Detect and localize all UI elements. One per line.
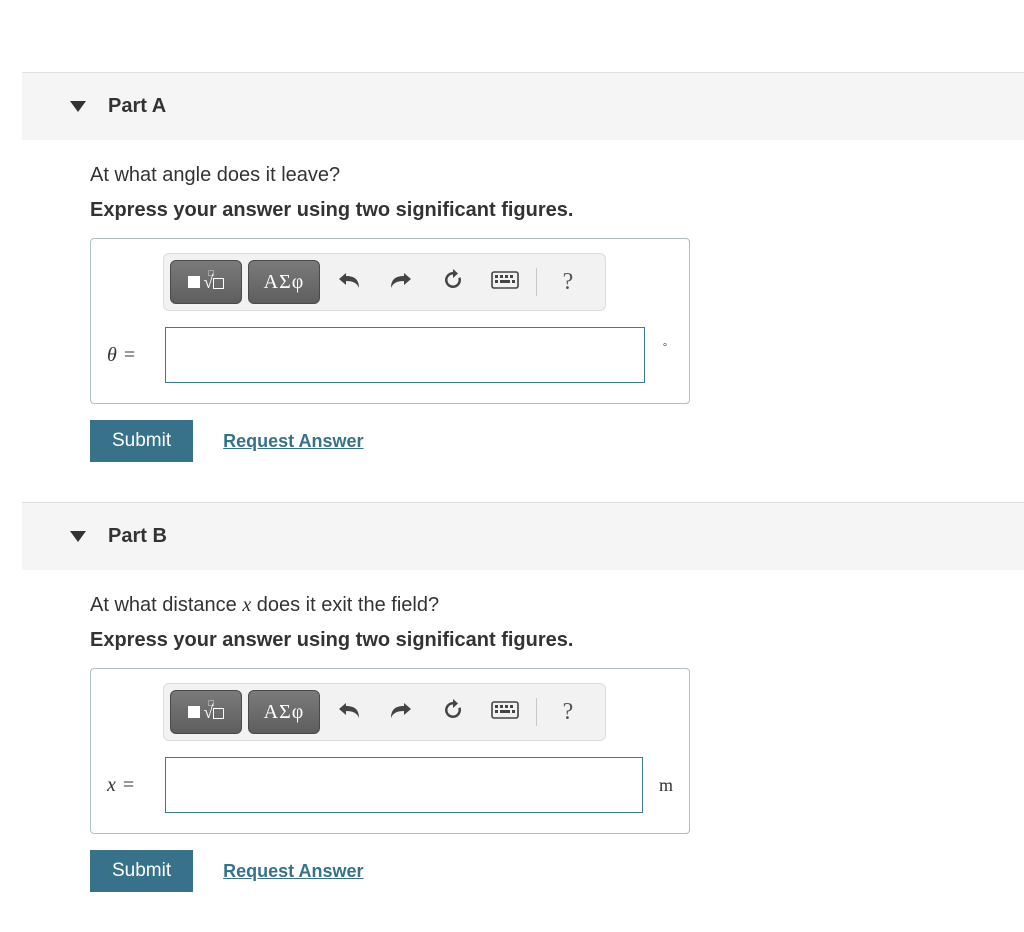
greek-icon: ΑΣφ xyxy=(264,271,305,294)
keyboard-icon xyxy=(491,271,519,294)
part-a-answer-panel: □√ ΑΣφ xyxy=(90,238,690,404)
reset-button[interactable] xyxy=(430,260,476,304)
part-a-actions: Submit Request Answer xyxy=(90,420,1024,462)
reset-icon xyxy=(441,268,465,297)
part-b-input-row: x = m xyxy=(107,757,673,813)
toolbar-divider xyxy=(536,268,537,296)
part-b-question: At what distance x does it exit the fiel… xyxy=(90,594,1024,617)
top-spacer xyxy=(0,0,1024,72)
part-a-request-answer-link[interactable]: Request Answer xyxy=(223,431,363,452)
part-a-header[interactable]: Part A xyxy=(22,72,1024,140)
part-a-answer-input[interactable] xyxy=(165,327,645,383)
part-b-header[interactable]: Part B xyxy=(22,502,1024,570)
part-a-body: At what angle does it leave? Express you… xyxy=(0,140,1024,502)
keyboard-button[interactable] xyxy=(482,260,528,304)
part-b-toolbar: □√ ΑΣφ xyxy=(163,683,606,741)
keyboard-icon xyxy=(491,701,519,724)
redo-icon xyxy=(388,699,414,726)
greek-button[interactable]: ΑΣφ xyxy=(248,260,320,304)
greek-button[interactable]: ΑΣφ xyxy=(248,690,320,734)
part-b-unit-label: m xyxy=(659,775,673,796)
part-a-instruction: Express your answer using two significan… xyxy=(90,199,1024,222)
part-b-title: Part B xyxy=(108,525,167,548)
help-button[interactable]: ? xyxy=(545,690,591,734)
math-templates-icon: □√ xyxy=(188,272,225,293)
part-b-answer-input[interactable] xyxy=(165,757,643,813)
redo-icon xyxy=(388,269,414,296)
templates-button[interactable]: □√ xyxy=(170,690,242,734)
part-a-toolbar: □√ ΑΣφ xyxy=(163,253,606,311)
templates-button[interactable]: □√ xyxy=(170,260,242,304)
part-b-actions: Submit Request Answer xyxy=(90,850,1024,892)
part-b-request-answer-link[interactable]: Request Answer xyxy=(223,861,363,882)
part-b-question-pre: At what distance xyxy=(90,594,242,616)
part-a-input-row: θ = ° xyxy=(107,327,673,383)
part-b-answer-panel: □√ ΑΣφ xyxy=(90,668,690,834)
redo-button[interactable] xyxy=(378,260,424,304)
math-templates-icon: □√ xyxy=(188,702,225,723)
part-b-question-var: x xyxy=(242,594,251,616)
greek-icon: ΑΣφ xyxy=(264,701,305,724)
part-b-instruction: Express your answer using two significan… xyxy=(90,629,1024,652)
undo-icon xyxy=(336,699,362,726)
part-b-variable-label: x = xyxy=(107,774,151,797)
help-button[interactable]: ? xyxy=(545,260,591,304)
undo-button[interactable] xyxy=(326,260,372,304)
part-b-question-post: does it exit the field? xyxy=(251,594,439,616)
part-a-unit-label: ° xyxy=(663,342,667,353)
part-b-body: At what distance x does it exit the fiel… xyxy=(0,570,1024,932)
part-a-variable-label: θ = xyxy=(107,344,151,367)
part-a-question: At what angle does it leave? xyxy=(90,164,1024,187)
caret-down-icon xyxy=(70,101,86,113)
help-icon: ? xyxy=(563,699,574,726)
undo-button[interactable] xyxy=(326,690,372,734)
redo-button[interactable] xyxy=(378,690,424,734)
part-a-title: Part A xyxy=(108,95,166,118)
part-b-submit-button[interactable]: Submit xyxy=(90,850,193,892)
undo-icon xyxy=(336,269,362,296)
caret-down-icon xyxy=(70,531,86,543)
reset-icon xyxy=(441,698,465,727)
part-a-submit-button[interactable]: Submit xyxy=(90,420,193,462)
keyboard-button[interactable] xyxy=(482,690,528,734)
toolbar-divider xyxy=(536,698,537,726)
help-icon: ? xyxy=(563,269,574,296)
reset-button[interactable] xyxy=(430,690,476,734)
